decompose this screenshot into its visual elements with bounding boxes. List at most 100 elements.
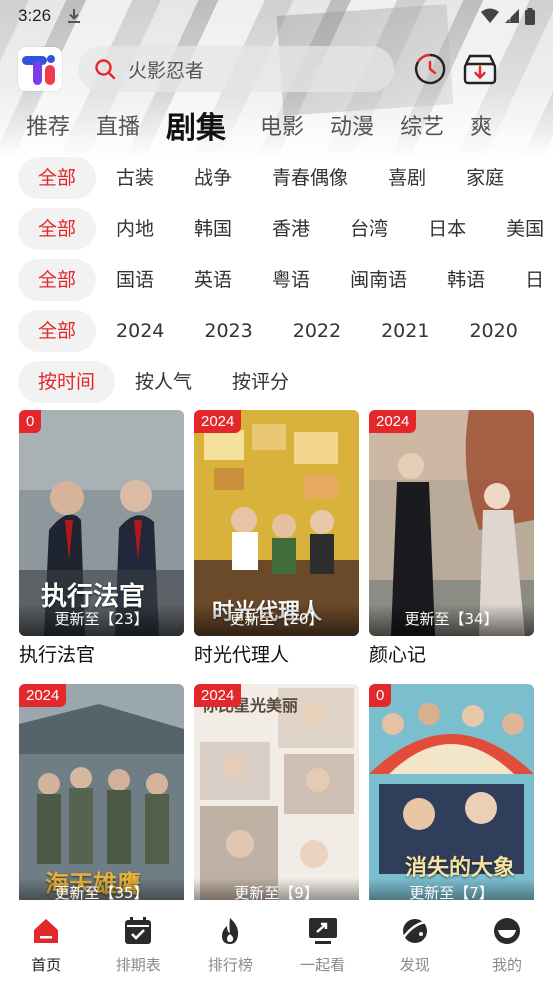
- year-badge: 2024: [19, 684, 67, 707]
- nav-label: 一起看: [300, 956, 346, 974]
- nav-label: 排期表: [115, 956, 161, 974]
- tab-series[interactable]: 剧集: [166, 103, 226, 147]
- calendar-icon: [121, 914, 155, 948]
- share-screen-icon: [306, 914, 340, 948]
- nav-profile[interactable]: 我的: [461, 900, 553, 984]
- filter-chip[interactable]: 青春偶像: [272, 157, 348, 199]
- poster-image: 海天雄鹰 2024 更新至【35】: [19, 684, 184, 900]
- episode-status: 更新至【9】: [194, 878, 359, 900]
- series-card[interactable]: 时光代理人 2024 更新至【20】 时光代理人: [194, 410, 359, 667]
- history-icon[interactable]: [412, 51, 448, 87]
- filter-chip[interactable]: 英语: [194, 259, 232, 301]
- filter-row-region: 全部 内地 韩国 香港 台湾 日本 美国: [0, 203, 553, 254]
- filter-chip[interactable]: 全部: [18, 156, 97, 199]
- bottom-nav: 首页 排期表 排行榜 一起看 发现 我的: [0, 900, 553, 984]
- series-card[interactable]: 消失的大象 0 更新至【7】: [369, 684, 534, 900]
- nav-label: 排行榜: [207, 956, 253, 974]
- signal-icon: !: [505, 9, 519, 24]
- year-badge: 2024: [194, 410, 242, 433]
- series-card[interactable]: 海天雄鹰 2024 更新至【35】: [19, 684, 184, 900]
- nav-ranking[interactable]: 排行榜: [184, 900, 276, 984]
- episode-status: 更新至【34】: [369, 604, 534, 636]
- search-placeholder: 火影忍者: [128, 59, 205, 82]
- tab-variety[interactable]: 综艺: [400, 109, 444, 141]
- sort-chip[interactable]: 按评分: [232, 361, 289, 403]
- poster-image: 你比星光美丽 2024 更新至【9】: [194, 684, 359, 900]
- status-time: 3:26: [18, 6, 52, 25]
- nav-label: 我的: [491, 956, 522, 974]
- filter-row-sort: 按时间 按人气 按评分: [0, 356, 553, 407]
- filter-chip[interactable]: 香港: [272, 208, 310, 250]
- filter-chip[interactable]: 全部: [18, 309, 97, 352]
- filter-chip[interactable]: 粤语: [272, 259, 310, 301]
- filter-chip[interactable]: 古装: [116, 157, 154, 199]
- filter-chip[interactable]: 内地: [116, 208, 154, 250]
- year-badge: 0: [19, 410, 42, 433]
- series-card[interactable]: 你比星光美丽 2024 更新至【9】: [194, 684, 359, 900]
- nav-discover[interactable]: 发现: [369, 900, 461, 984]
- nav-label: 首页: [31, 956, 62, 974]
- card-title: 颜心记: [369, 644, 427, 666]
- filter-panel: 全部 古装 战争 青春偶像 喜剧 家庭 全部 内地 韩国 香港 台湾 日本 美国…: [0, 152, 553, 407]
- filter-row-genre: 全部 古装 战争 青春偶像 喜剧 家庭: [0, 152, 553, 203]
- filter-chip[interactable]: 全部: [18, 258, 97, 301]
- poster-image: 消失的大象 0 更新至【7】: [369, 684, 534, 900]
- filter-chip[interactable]: 全部: [18, 207, 97, 250]
- tab-anime[interactable]: 动漫: [330, 109, 374, 141]
- filter-chip[interactable]: 日本: [428, 208, 466, 250]
- search-icon: [95, 59, 116, 80]
- series-card[interactable]: 执行法官 0 更新至【23】 执行法官: [19, 410, 184, 667]
- tab-more[interactable]: 爽: [470, 109, 492, 141]
- nav-watch-together[interactable]: 一起看: [277, 900, 369, 984]
- planet-icon: [398, 914, 432, 948]
- filter-chip[interactable]: 韩国: [194, 208, 232, 250]
- poster-image: 执行法官 0 更新至【23】: [19, 410, 184, 636]
- filter-chip[interactable]: 2020: [469, 310, 517, 352]
- series-grid: 执行法官 0 更新至【23】 执行法官 时光代理人: [19, 410, 539, 900]
- flame-icon: [213, 914, 247, 948]
- filter-chip[interactable]: 国语: [116, 259, 154, 301]
- tab-live[interactable]: 直播: [96, 109, 140, 141]
- filter-chip[interactable]: 闽南语: [350, 259, 407, 301]
- episode-status: 更新至【23】: [19, 604, 184, 636]
- filter-chip[interactable]: 家庭: [466, 157, 504, 199]
- year-badge: 0: [369, 684, 392, 707]
- series-card[interactable]: 2024 更新至【34】 颜心记: [369, 410, 534, 667]
- poster-image: 时光代理人 2024 更新至【20】: [194, 410, 359, 636]
- status-bar: 3:26 !: [0, 0, 553, 32]
- home-icon: [29, 914, 63, 948]
- tab-movie[interactable]: 电影: [260, 109, 304, 141]
- filter-chip[interactable]: 台湾: [350, 208, 388, 250]
- profile-icon: [490, 914, 524, 948]
- search-input[interactable]: 火影忍者: [78, 46, 394, 92]
- nav-label: 发现: [399, 956, 430, 974]
- filter-chip[interactable]: 2021: [381, 310, 429, 352]
- tab-recommend[interactable]: 推荐: [26, 109, 70, 141]
- top-bar: 火影忍者: [18, 44, 538, 94]
- filter-chip[interactable]: 战争: [194, 157, 232, 199]
- poster-image: 2024 更新至【34】: [369, 410, 534, 636]
- wifi-icon: [481, 8, 499, 23]
- nav-schedule[interactable]: 排期表: [92, 900, 184, 984]
- nav-home[interactable]: 首页: [0, 900, 92, 984]
- filter-row-year: 全部 2024 2023 2022 2021 2020: [0, 305, 553, 356]
- svg-text:!: !: [508, 15, 512, 24]
- episode-status: 更新至【20】: [194, 604, 359, 636]
- episode-status: 更新至【35】: [19, 878, 184, 900]
- year-badge: 2024: [369, 410, 417, 433]
- sort-chip[interactable]: 按时间: [18, 360, 116, 403]
- filter-chip[interactable]: 韩语: [447, 259, 485, 301]
- battery-icon: [525, 7, 535, 25]
- filter-chip[interactable]: 美国: [506, 208, 544, 250]
- category-tabs: 推荐 直播 剧集 电影 动漫 综艺 爽: [0, 100, 553, 150]
- download-icon[interactable]: [462, 51, 498, 87]
- filter-chip[interactable]: 2022: [293, 310, 341, 352]
- logo-icon[interactable]: [18, 47, 62, 91]
- filter-chip[interactable]: 2024: [116, 310, 164, 352]
- card-title: 时光代理人: [194, 644, 290, 666]
- filter-chip[interactable]: 2023: [204, 310, 252, 352]
- filter-chip[interactable]: 日: [525, 259, 544, 301]
- sort-chip[interactable]: 按人气: [135, 361, 192, 403]
- year-badge: 2024: [194, 684, 242, 707]
- filter-chip[interactable]: 喜剧: [388, 157, 426, 199]
